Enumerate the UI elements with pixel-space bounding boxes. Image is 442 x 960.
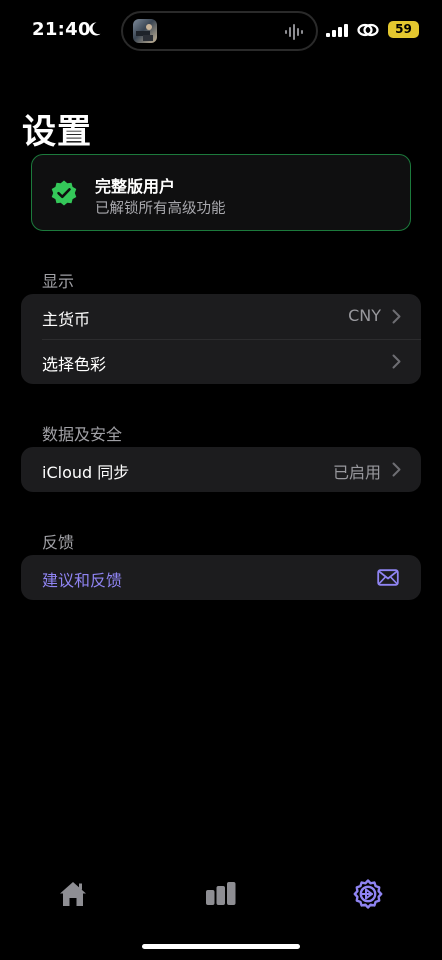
now-playing-artwork bbox=[133, 19, 157, 43]
link-icon bbox=[357, 23, 379, 37]
suggestions-feedback-row[interactable]: 建议和反馈 bbox=[21, 555, 421, 600]
settings-gear-icon[interactable] bbox=[352, 878, 384, 910]
row-label: iCloud 同步 bbox=[42, 463, 130, 482]
cellular-signal-icon bbox=[326, 24, 348, 37]
section-header-feedback: 反馈 bbox=[42, 533, 75, 552]
premium-subtitle: 已解锁所有高级功能 bbox=[95, 201, 226, 217]
row-value: 已启用 bbox=[332, 463, 381, 482]
premium-status-card[interactable]: 完整版用户 已解锁所有高级功能 bbox=[31, 154, 411, 231]
verified-badge-icon bbox=[51, 180, 77, 206]
premium-title: 完整版用户 bbox=[95, 177, 176, 196]
feedback-group: 建议和反馈 bbox=[21, 555, 421, 600]
icloud-sync-row[interactable]: iCloud 同步 已启用 bbox=[21, 447, 421, 492]
battery-level: 59 bbox=[395, 22, 412, 36]
primary-currency-row[interactable]: 主货币 CNY bbox=[21, 294, 421, 339]
home-icon[interactable] bbox=[57, 878, 89, 910]
row-label: 建议和反馈 bbox=[42, 571, 123, 590]
dynamic-island[interactable] bbox=[121, 11, 318, 51]
section-header-display: 显示 bbox=[42, 272, 75, 291]
data-security-group: iCloud 同步 已启用 bbox=[21, 447, 421, 492]
row-label: 主货币 bbox=[42, 310, 91, 329]
home-indicator[interactable] bbox=[142, 944, 300, 949]
choose-color-row[interactable]: 选择色彩 bbox=[21, 339, 421, 384]
chevron-right-icon bbox=[392, 309, 401, 324]
bar-chart-icon[interactable] bbox=[205, 878, 237, 910]
status-bar: 21:40 59 bbox=[0, 0, 442, 60]
page-title: 设置 bbox=[22, 112, 92, 152]
mail-icon bbox=[377, 569, 399, 586]
chevron-right-icon bbox=[392, 354, 401, 369]
status-time: 21:40 bbox=[32, 19, 91, 40]
display-settings-group: 主货币 CNY 选择色彩 bbox=[21, 294, 421, 384]
row-value: CNY bbox=[348, 306, 381, 325]
row-label: 选择色彩 bbox=[42, 355, 107, 374]
audio-waveform-icon bbox=[285, 24, 303, 40]
chevron-right-icon bbox=[392, 462, 401, 477]
moon-icon bbox=[89, 22, 101, 36]
section-header-data-security: 数据及安全 bbox=[42, 425, 123, 444]
battery-icon: 59 bbox=[388, 21, 419, 38]
